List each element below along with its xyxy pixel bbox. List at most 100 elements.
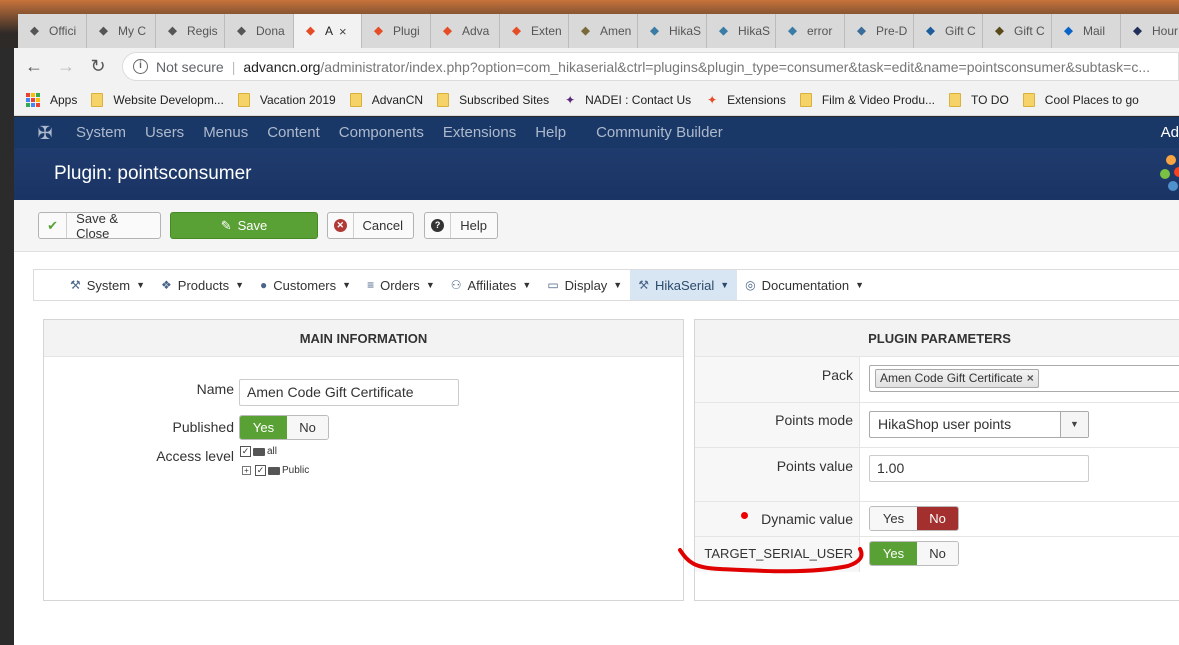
- browser-tab[interactable]: ◆ Hour: [1121, 14, 1179, 48]
- bookmark-item[interactable]: Film & Video Produ...: [799, 92, 935, 107]
- reload-button[interactable]: ↻: [86, 54, 110, 78]
- monitor-icon: ▭: [547, 278, 559, 292]
- amen-badge-icon: ◆: [995, 24, 1004, 37]
- page-title: Plugin: pointsconsumer: [54, 163, 252, 184]
- menu-components[interactable]: Components: [339, 124, 424, 141]
- caret-down-icon: ▼: [425, 280, 435, 290]
- save-button[interactable]: ✎ Save: [170, 212, 318, 239]
- menu-help[interactable]: Help: [535, 124, 566, 141]
- info-icon[interactable]: i: [133, 59, 148, 74]
- joomla-logo-icon[interactable]: ✠: [36, 124, 54, 142]
- joomla-cross-icon: ◆: [30, 24, 39, 37]
- forward-button[interactable]: →: [54, 54, 78, 78]
- access-public-label: Public: [282, 465, 310, 477]
- url-omnibox[interactable]: i Not secure | advancn.org /administrato…: [122, 52, 1179, 81]
- hikashop-icon: ◆: [650, 24, 659, 37]
- target-yes-option[interactable]: Yes: [870, 542, 917, 565]
- hikaserial-menu-item[interactable]: ▭ Display ▼: [539, 270, 630, 300]
- hikaserial-menu-label: HikaSerial: [654, 277, 715, 293]
- browser-tab-strip: ◆ Offici ◆ My C ◆ Regis ◆ Dona ◆ A × ◆ Plugi ◆ Adva ◆ Ex…: [0, 0, 1179, 48]
- hikaserial-menu-item[interactable]: ❖ Products ▼: [153, 270, 252, 300]
- browser-tab[interactable]: ◆ My C: [87, 14, 156, 48]
- hikaserial-menu-item[interactable]: ● Customers ▼: [252, 270, 359, 300]
- menu-extensions[interactable]: Extensions: [443, 124, 516, 141]
- hikaserial-menu-item[interactable]: ≡ Orders ▼: [359, 270, 443, 300]
- bookmark-item[interactable]: Subscribed Sites: [437, 92, 549, 107]
- browser-tab[interactable]: ◆ HikaS: [707, 14, 776, 48]
- browser-tab[interactable]: ◆ Gift C: [983, 14, 1052, 48]
- browser-tab[interactable]: ◆ Regis: [156, 14, 225, 48]
- browser-tab-label: HikaS: [738, 24, 771, 38]
- access-all-label: all: [267, 446, 278, 458]
- published-no-option[interactable]: No: [287, 416, 328, 439]
- points-value-label: Points value: [776, 458, 853, 474]
- browser-tab[interactable]: ◆ Pre-D: [845, 14, 914, 48]
- access-level-label: Access level: [156, 448, 234, 464]
- bookmark-item[interactable]: TO DO: [949, 92, 1009, 107]
- close-tab-icon[interactable]: ×: [339, 24, 347, 39]
- menu-community-builder[interactable]: Community Builder: [596, 124, 723, 141]
- bookmark-item[interactable]: Vacation 2019: [237, 92, 336, 107]
- menu-content[interactable]: Content: [267, 124, 320, 141]
- hikaserial-menu-label: Documentation: [761, 277, 850, 293]
- bookmark-item[interactable]: ✦ NADEI : Contact Us: [563, 93, 691, 107]
- browser-tab[interactable]: ◆ error: [776, 14, 845, 48]
- dynamic-value-label: Dynamic value: [761, 511, 853, 527]
- menu-system[interactable]: System: [76, 124, 126, 141]
- hikashop-icon: ◆: [719, 24, 728, 37]
- published-yes-option[interactable]: Yes: [240, 416, 287, 439]
- browser-tab-label: Gift C: [1014, 24, 1045, 38]
- dynamic-yes-option[interactable]: Yes: [870, 507, 917, 530]
- hikaserial-menu-item[interactable]: ⚇ Affiliates ▼: [443, 270, 540, 300]
- name-input[interactable]: Amen Code Gift Certificate: [239, 379, 459, 406]
- points-value-input[interactable]: 1.00: [869, 455, 1089, 482]
- folder-icon: [91, 92, 104, 107]
- save-label: Save: [237, 218, 268, 233]
- browser-tab-label: Offici: [49, 24, 77, 38]
- target-no-option[interactable]: No: [917, 542, 958, 565]
- security-label: Not secure: [156, 58, 224, 75]
- points-mode-select[interactable]: HikaShop user points ▼: [869, 411, 1089, 438]
- browser-tab[interactable]: ◆ Gift C: [914, 14, 983, 48]
- browser-tab[interactable]: ◆ Offici: [18, 14, 87, 48]
- hikaserial-menu-item[interactable]: ⚒ HikaSerial ▼: [630, 270, 738, 300]
- browser-tab[interactable]: ◆ HikaS: [638, 14, 707, 48]
- back-button[interactable]: ←: [22, 54, 46, 78]
- user-menu[interactable]: Ad: [1161, 124, 1179, 141]
- pack-token[interactable]: Amen Code Gift Certificate ×: [875, 369, 1039, 388]
- folder-icon: [949, 92, 962, 107]
- browser-tab[interactable]: ◆ Adva: [431, 14, 500, 48]
- browser-tab[interactable]: ◆ Plugi: [362, 14, 431, 48]
- bookmark-item[interactable]: ✦ Extensions: [705, 93, 786, 107]
- access-public-checkbox[interactable]: ✓: [255, 465, 266, 476]
- folder-icon: [268, 466, 280, 475]
- bookmark-item[interactable]: Website Developm...: [91, 92, 224, 107]
- browser-tab[interactable]: ◆ Amen: [569, 14, 638, 48]
- menu-menus[interactable]: Menus: [203, 124, 248, 141]
- access-all-checkbox[interactable]: ✓: [240, 446, 251, 457]
- browser-tab[interactable]: ◆ A ×: [294, 14, 362, 48]
- remove-token-icon[interactable]: ×: [1027, 371, 1034, 385]
- hikaserial-menu-item[interactable]: ⚒ System ▼: [34, 270, 153, 300]
- help-button[interactable]: ? Help: [424, 212, 498, 239]
- bookmarks-bar: Apps Website Developm... Vacation 2019 Adva…: [14, 84, 1179, 116]
- bookmark-item[interactable]: Apps: [14, 92, 77, 107]
- joomla-admin-navbar: ✠ System Users Menus Content Components …: [14, 117, 1179, 148]
- caret-down-icon: ▼: [235, 280, 245, 290]
- browser-tab[interactable]: ◆ Mail: [1052, 14, 1121, 48]
- bookmark-item[interactable]: Cool Places to go: [1022, 92, 1139, 107]
- browser-tab-label: Mail: [1083, 24, 1106, 38]
- menu-users[interactable]: Users: [145, 124, 184, 141]
- bookmark-item[interactable]: AdvanCN: [349, 92, 423, 107]
- dynamic-no-option[interactable]: No: [917, 507, 958, 530]
- browser-tab[interactable]: ◆ Exten: [500, 14, 569, 48]
- browser-tab-label: Gift C: [945, 24, 976, 38]
- browser-tab[interactable]: ◆ Dona: [225, 14, 294, 48]
- cancel-button[interactable]: ✕ Cancel: [327, 212, 414, 239]
- bookmark-label: Extensions: [727, 92, 786, 107]
- hikaserial-menu-item[interactable]: ◎ Documentation ▼: [737, 270, 872, 300]
- save-close-button[interactable]: ✔ Save & Close: [38, 211, 161, 241]
- bookmark-label: TO DO: [971, 92, 1009, 107]
- param-row-points-mode: Points mode HikaShop user points ▼: [695, 402, 1179, 447]
- expand-icon[interactable]: +: [242, 466, 251, 475]
